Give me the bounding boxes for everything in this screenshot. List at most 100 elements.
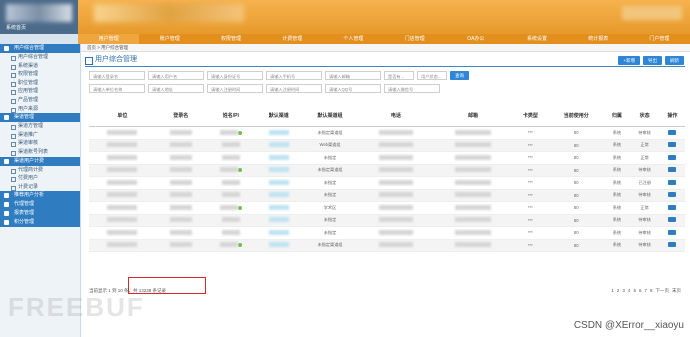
sidebar-item[interactable]: 渠道方管理 [0,122,80,131]
nav-item[interactable]: 用户管理 [78,34,140,44]
sidebar-item[interactable]: 渠道推广 [0,131,80,140]
add-button[interactable]: +新增 [618,56,640,65]
table-row[interactable]: 未指定 *** 80 系统 待审核 [89,226,685,240]
edit-icon[interactable] [668,217,677,223]
page-link[interactable]: 8 [650,288,653,294]
nav-item[interactable]: 门户管理 [629,34,690,44]
nav-item[interactable]: 个人管理 [323,34,384,44]
nav-item[interactable]: 计费管理 [262,34,323,44]
nav-item[interactable]: OA办公 [445,34,506,44]
edit-icon[interactable] [668,167,677,173]
nav-item[interactable]: 账户管理 [139,34,200,44]
page-link[interactable]: 3 [622,288,625,294]
edit-icon[interactable] [668,142,677,148]
column-header[interactable]: 默认渠道组 [301,104,359,127]
sidebar-section[interactable]: 报表管理 [0,209,80,219]
export-button[interactable]: 导出 [643,56,662,65]
address-input[interactable]: 请输入地址 [148,84,204,93]
nav-item[interactable]: 权限管理 [200,34,261,44]
page-link[interactable]: 4 [628,288,631,294]
edit-icon[interactable] [668,204,677,210]
edit-icon[interactable] [668,154,677,160]
reg-start-input[interactable]: 请输入注册时间 [207,84,263,93]
username-input[interactable]: 请输入用户名 [148,71,204,80]
table-row[interactable]: 未指定渠道组 *** 80 系统 待审核 [89,126,685,140]
column-header[interactable]: 邮箱 [433,104,513,127]
sidebar-item[interactable]: 职位管理 [0,79,80,88]
sidebar-item[interactable]: 应用管理 [0,87,80,96]
column-header[interactable]: 默认渠道 [255,104,302,127]
redacted-value [454,242,491,248]
sidebar-section[interactable]: 渠道用户计费 [0,156,80,166]
page-link[interactable]: 末页 [672,288,681,294]
sidebar-section[interactable]: 推荐用户分析 [0,191,80,201]
edit-icon[interactable] [668,229,677,235]
redacted-cell [89,151,156,165]
sidebar-item[interactable]: 系统渠道 [0,62,80,71]
nav-item[interactable]: 门店管理 [384,34,445,44]
edit-icon[interactable] [668,192,677,198]
qq-input[interactable]: 请输入QQ号 [325,84,381,93]
page-link[interactable]: 2 [617,288,620,294]
redacted-cell [205,139,256,152]
logo-text[interactable]: 系统首页 [6,24,26,31]
table-row[interactable]: 未指定 *** 80 系统 正常 [89,151,685,165]
column-header[interactable]: 卡类型 [512,104,549,127]
email-input[interactable]: 请输入邮箱 [325,71,381,80]
refresh-button[interactable]: 刷新 [665,56,684,65]
id-number-input[interactable]: 请输入身份证号 [207,71,263,80]
sidebar-section[interactable]: 渠道管理 [0,113,80,123]
column-header[interactable]: 登录名 [155,104,206,127]
sidebar-item[interactable]: 代理商计费 [0,166,80,175]
page-link[interactable]: 1 [611,288,614,294]
table-row[interactable]: 学术区 *** 80 系统 正常 [89,201,685,215]
search-button[interactable]: 查询 [450,71,469,80]
column-header[interactable]: 归属 [604,104,630,127]
table-row[interactable]: 未指定渠道组 *** 80 系统 待审核 [89,164,685,177]
column-header[interactable]: 当前使用分 [548,104,605,127]
table-row[interactable]: Web渠道组 *** 80 系统 正常 [89,139,685,152]
redacted-cell [89,164,156,177]
column-header[interactable]: 状态 [629,104,660,127]
table-row[interactable]: 未指定渠道组 *** 80 系统 待审核 [89,239,685,252]
redacted-cell [155,139,206,152]
column-header[interactable]: 操作 [659,104,685,127]
table-row[interactable]: 未指定 *** 80 系统 已注册 [89,176,685,190]
sidebar-item[interactable]: 产品管理 [0,96,80,105]
page-link[interactable]: 5 [633,288,636,294]
column-header[interactable]: 单位 [89,104,156,127]
nav-item[interactable]: 系统设置 [506,34,567,44]
channel-group-cell: Web渠道组 [301,139,359,152]
table-row[interactable]: 未指定 *** 80 系统 待审核 [89,189,685,202]
phone-input[interactable]: 请输入手机号 [266,71,322,80]
page-link[interactable]: 下一页 [656,288,670,294]
edit-icon[interactable] [668,179,677,185]
sidebar-item[interactable]: 渠道审核 [0,139,80,148]
type-select[interactable]: 是否有... [384,71,414,80]
edit-icon[interactable] [668,242,677,248]
sidebar-item[interactable]: 付费用户 [0,174,80,183]
edit-icon[interactable] [668,129,677,135]
login-name-input[interactable]: 请输入登录名 [89,71,145,80]
status-cell: 待审核 [629,239,660,252]
sidebar-item[interactable]: 渠道账号列表 [0,148,80,157]
wechat-input[interactable]: 请输入微信号 [384,84,440,93]
sidebar-item[interactable]: 权限管理 [0,70,80,79]
sidebar-section[interactable]: 用户综合管理 [0,44,80,53]
status-select[interactable]: 用户状态... [417,71,447,80]
reg-end-input[interactable]: 请输入注册时间 [266,84,322,93]
points-cell: 80 [548,126,605,140]
sidebar-item[interactable]: 计费记录 [0,183,80,192]
nav-item[interactable]: 统计报表 [568,34,629,44]
unit-input[interactable]: 请输入单位名称 [89,84,145,93]
page-link[interactable]: 6 [639,288,642,294]
page-link[interactable]: 7 [644,288,647,294]
sidebar-section[interactable]: 积分管理 [0,218,80,228]
redacted-value [219,129,238,135]
table-row[interactable]: 未指定 *** 80 系统 待审核 [89,214,685,227]
sidebar-item[interactable]: 用户综合管理 [0,53,80,62]
column-header[interactable]: 姓名/PI [205,104,256,127]
column-header[interactable]: 电话 [358,104,434,127]
sidebar-section[interactable]: 代理管理 [0,200,80,210]
sidebar-item[interactable]: 用户来源 [0,105,80,114]
